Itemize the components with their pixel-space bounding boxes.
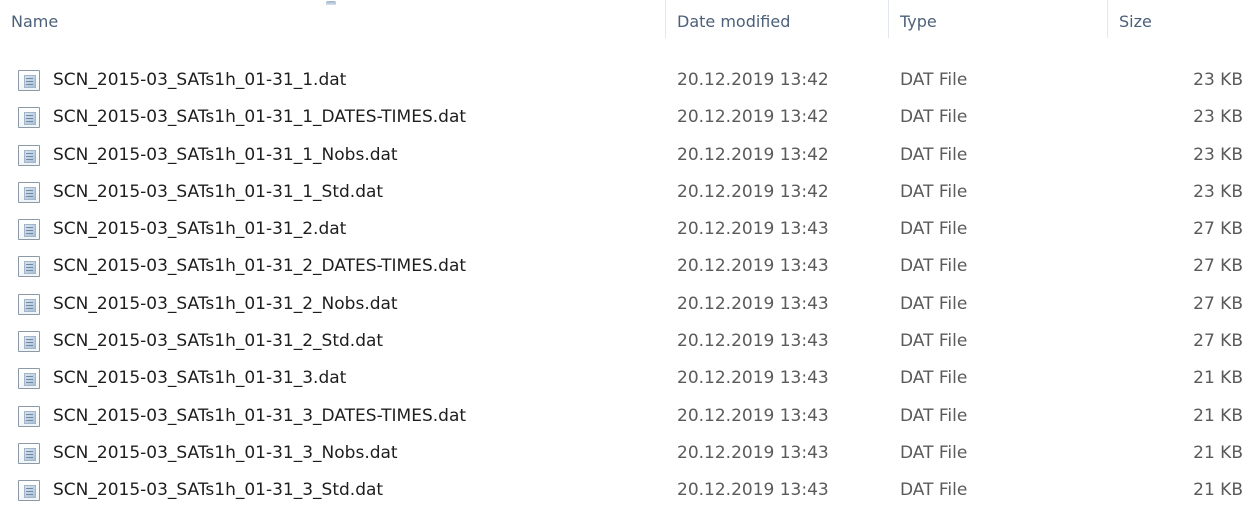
generic-file-icon: [18, 480, 40, 502]
file-type: DAT File: [900, 405, 968, 426]
file-size: 23 KB: [1193, 144, 1243, 165]
file-row[interactable]: SCN_2015-03_SATs1h_01-31_2_Nobs.dat 20.1…: [0, 286, 1253, 323]
file-name: SCN_2015-03_SATs1h_01-31_1_DATES-TIMES.d…: [53, 107, 467, 128]
file-type: DAT File: [900, 293, 968, 314]
file-type: DAT File: [900, 442, 968, 463]
file-row[interactable]: SCN_2015-03_SATs1h_01-31_3.dat 20.12.201…: [0, 360, 1253, 397]
file-name: SCN_2015-03_SATs1h_01-31_1_Std.dat: [53, 181, 384, 202]
column-header-date-modified[interactable]: Date modified: [666, 0, 888, 44]
file-name: SCN_2015-03_SATs1h_01-31_3_Nobs.dat: [53, 442, 398, 463]
file-size: 21 KB: [1193, 405, 1243, 426]
generic-file-icon: [18, 256, 40, 278]
column-header-bar: Name Date modified Type Size: [0, 0, 1253, 44]
generic-file-icon: [18, 331, 40, 353]
file-date-modified: 20.12.2019 13:42: [677, 144, 829, 165]
sort-ascending-icon: [326, 1, 336, 5]
file-row[interactable]: SCN_2015-03_SATs1h_01-31_1.dat 20.12.201…: [0, 62, 1253, 99]
file-type: DAT File: [900, 144, 968, 165]
file-type: DAT File: [900, 256, 968, 277]
file-name: SCN_2015-03_SATs1h_01-31_2.dat: [53, 219, 347, 240]
file-rows: SCN_2015-03_SATs1h_01-31_1.dat 20.12.201…: [0, 62, 1253, 510]
generic-file-icon: [18, 368, 40, 390]
file-type: DAT File: [900, 107, 968, 128]
file-date-modified: 20.12.2019 13:43: [677, 480, 829, 501]
file-size: 23 KB: [1193, 107, 1243, 128]
file-row[interactable]: SCN_2015-03_SATs1h_01-31_3_DATES-TIMES.d…: [0, 398, 1253, 435]
generic-file-icon: [18, 293, 40, 315]
file-date-modified: 20.12.2019 13:43: [677, 293, 829, 314]
file-row[interactable]: SCN_2015-03_SATs1h_01-31_1_DATES-TIMES.d…: [0, 99, 1253, 136]
generic-file-icon: [18, 107, 40, 129]
file-type: DAT File: [900, 70, 968, 90]
column-header-type-label: Type: [900, 12, 937, 31]
file-type: DAT File: [900, 368, 968, 389]
file-type: DAT File: [900, 331, 968, 352]
file-size: 23 KB: [1193, 70, 1243, 90]
column-header-size-label: Size: [1119, 12, 1152, 31]
generic-file-icon: [18, 181, 40, 203]
file-row[interactable]: SCN_2015-03_SATs1h_01-31_2_DATES-TIMES.d…: [0, 248, 1253, 285]
file-row[interactable]: SCN_2015-03_SATs1h_01-31_1_Nobs.dat 20.1…: [0, 137, 1253, 174]
file-name: SCN_2015-03_SATs1h_01-31_3_DATES-TIMES.d…: [53, 405, 467, 426]
file-date-modified: 20.12.2019 13:43: [677, 442, 829, 463]
generic-file-icon: [18, 405, 40, 427]
generic-file-icon: [18, 442, 40, 464]
file-row[interactable]: SCN_2015-03_SATs1h_01-31_2.dat 20.12.201…: [0, 211, 1253, 248]
file-date-modified: 20.12.2019 13:43: [677, 219, 829, 240]
file-name: SCN_2015-03_SATs1h_01-31_2_DATES-TIMES.d…: [53, 256, 467, 277]
file-size: 27 KB: [1193, 293, 1243, 314]
file-name: SCN_2015-03_SATs1h_01-31_1_Nobs.dat: [53, 144, 398, 165]
file-size: 27 KB: [1193, 219, 1243, 240]
file-type: DAT File: [900, 480, 968, 501]
generic-file-icon: [18, 70, 40, 91]
file-date-modified: 20.12.2019 13:43: [677, 405, 829, 426]
file-name: SCN_2015-03_SATs1h_01-31_2_Nobs.dat: [53, 293, 398, 314]
column-header-size[interactable]: Size: [1108, 0, 1253, 44]
file-size: 21 KB: [1193, 368, 1243, 389]
column-header-name[interactable]: Name: [0, 0, 665, 44]
column-header-date-modified-label: Date modified: [677, 12, 791, 31]
file-row[interactable]: SCN_2015-03_SATs1h_01-31_3_Nobs.dat 20.1…: [0, 435, 1253, 472]
file-size: 27 KB: [1193, 256, 1243, 277]
file-date-modified: 20.12.2019 13:42: [677, 70, 829, 90]
file-size: 21 KB: [1193, 480, 1243, 501]
file-row[interactable]: SCN_2015-03_SATs1h_01-31_2_Std.dat 20.12…: [0, 323, 1253, 360]
file-name: SCN_2015-03_SATs1h_01-31_3.dat: [53, 368, 347, 389]
column-header-name-label: Name: [11, 12, 59, 31]
generic-file-icon: [18, 144, 40, 166]
file-date-modified: 20.12.2019 13:42: [677, 107, 829, 128]
file-size: 23 KB: [1193, 181, 1243, 202]
file-name: SCN_2015-03_SATs1h_01-31_1.dat: [53, 70, 347, 90]
generic-file-icon: [18, 219, 40, 241]
file-date-modified: 20.12.2019 13:43: [677, 368, 829, 389]
file-type: DAT File: [900, 181, 968, 202]
file-date-modified: 20.12.2019 13:42: [677, 181, 829, 202]
file-name: SCN_2015-03_SATs1h_01-31_2_Std.dat: [53, 331, 384, 352]
file-list-view: Name Date modified Type Size SCN_2015-03…: [0, 0, 1253, 523]
file-date-modified: 20.12.2019 13:43: [677, 331, 829, 352]
file-name: SCN_2015-03_SATs1h_01-31_3_Std.dat: [53, 480, 384, 501]
file-row[interactable]: SCN_2015-03_SATs1h_01-31_1_Std.dat 20.12…: [0, 174, 1253, 211]
file-size: 27 KB: [1193, 331, 1243, 352]
column-header-type[interactable]: Type: [889, 0, 1107, 44]
file-size: 21 KB: [1193, 442, 1243, 463]
file-type: DAT File: [900, 219, 968, 240]
file-row[interactable]: SCN_2015-03_SATs1h_01-31_3_Std.dat 20.12…: [0, 472, 1253, 509]
file-date-modified: 20.12.2019 13:43: [677, 256, 829, 277]
